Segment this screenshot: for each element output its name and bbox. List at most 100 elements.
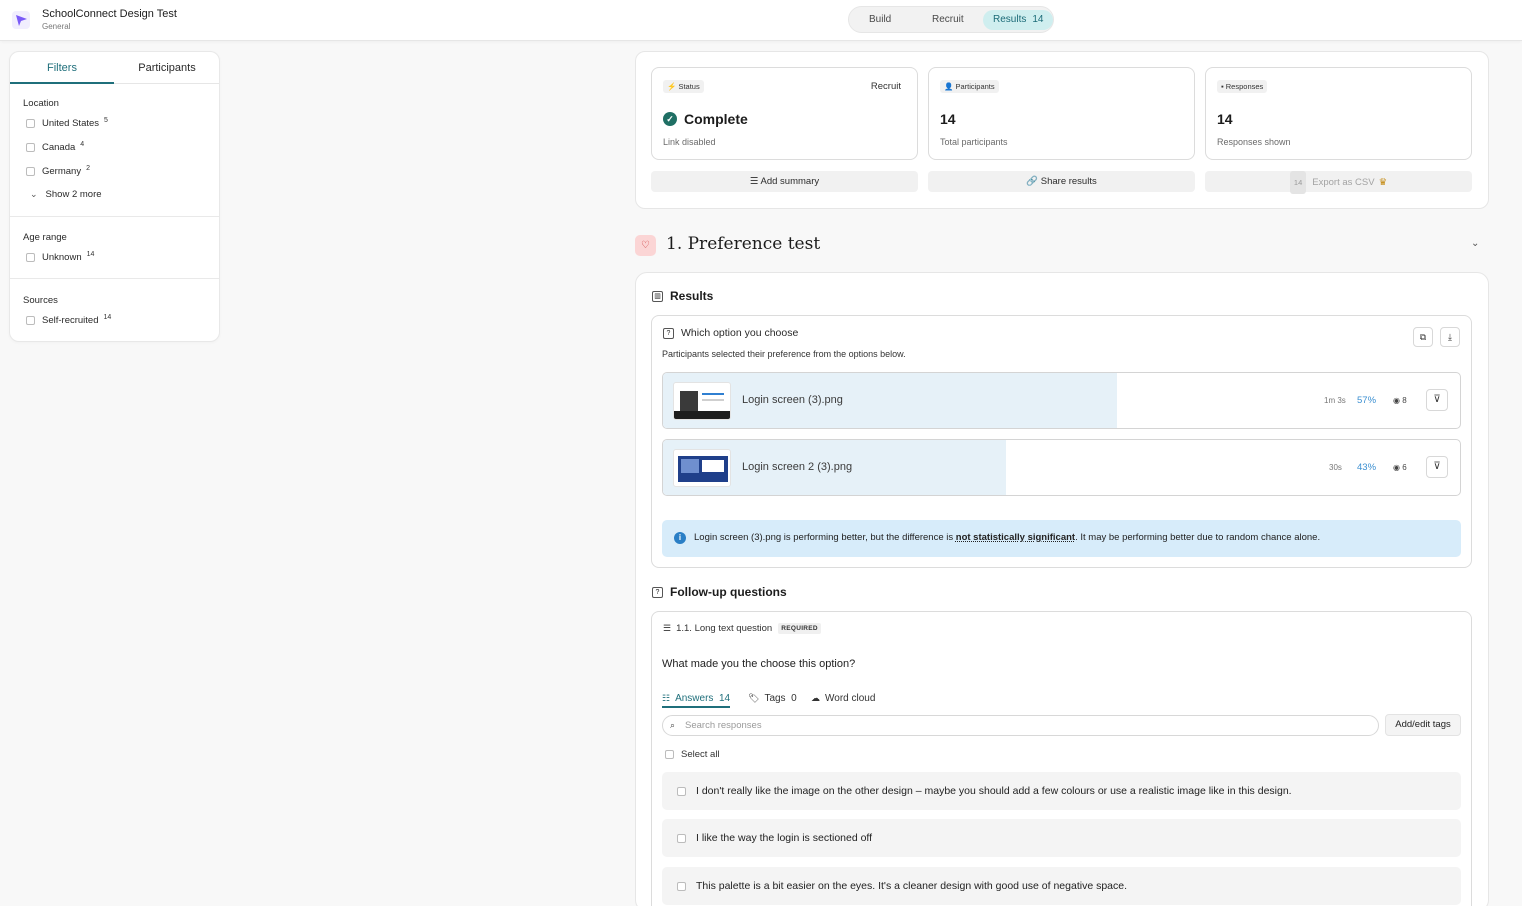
filter-self-recruited[interactable]: Self-recruited 14 (26, 313, 111, 327)
response-item[interactable]: This palette is a bit easier on the eyes… (662, 867, 1461, 905)
followup-question: What made you the choose this option? (662, 658, 856, 670)
person-icon: 👤 (944, 82, 954, 91)
top-bar: SchoolConnect Design Test General Build … (0, 0, 1522, 41)
info-icon: i (674, 532, 686, 544)
option-percent: 57% (1357, 395, 1377, 406)
results-heading: ▥ Results (652, 289, 713, 303)
select-all-checkbox[interactable]: Select all (665, 749, 720, 760)
divider (10, 278, 219, 279)
question-icon: ? (663, 327, 674, 339)
location-heading: Location (23, 98, 59, 109)
option-count: ◉ 6 (1393, 463, 1407, 472)
significance-link[interactable]: not statistically significant (956, 532, 1075, 543)
tab-answers[interactable]: ☷ Answers 14 (662, 690, 731, 708)
filter-canada[interactable]: Canada 4 (26, 140, 84, 154)
section-title: 1. Preference test (666, 234, 821, 254)
option-thumbnail (673, 449, 731, 487)
tab-participants[interactable]: Participants (115, 52, 219, 84)
responses-stat: ▪ Responses 14 Responses shown (1205, 67, 1472, 160)
list-icon: ☷ (662, 692, 671, 703)
checkbox[interactable] (26, 166, 35, 176)
followup-meta: ☰ 1.1. Long text question REQUIRED (663, 623, 821, 634)
checkbox[interactable] (677, 833, 686, 843)
required-badge: REQUIRED (778, 623, 821, 634)
option-label: Login screen (3).png (742, 394, 843, 406)
search-input[interactable] (685, 718, 1365, 733)
option-share-bar (663, 373, 1118, 428)
option-time: 30s (1329, 463, 1342, 472)
heart-icon: ♡ (635, 235, 656, 256)
checkbox[interactable] (677, 786, 686, 796)
responses-note: Responses shown (1217, 137, 1291, 147)
option-time: 1m 3s (1324, 396, 1346, 405)
app-logo-icon[interactable] (12, 11, 30, 29)
option-row[interactable]: Login screen 2 (3).png 30s 43% ◉ 6 ⊽ (662, 439, 1461, 496)
chevron-down-icon: ⌄ (30, 189, 38, 199)
link-icon: 🔗 (1026, 176, 1039, 187)
option-row[interactable]: Login screen (3).png 1m 3s 57% ◉ 8 ⊽ (662, 372, 1461, 429)
option-thumbnail (673, 382, 731, 420)
project-title[interactable]: SchoolConnect Design Test (42, 8, 177, 20)
long-text-icon: ☰ (663, 623, 672, 633)
filters-sidebar: Filters Participants Location United Sta… (9, 51, 220, 342)
export-csv-button[interactable]: 14 Export as CSV ♛ (1205, 171, 1472, 194)
checkbox[interactable] (26, 252, 35, 262)
bar-chart-icon: ▥ (652, 290, 663, 302)
tab-results[interactable]: Results 14 (983, 10, 1054, 30)
tab-recruit[interactable]: Recruit (922, 10, 974, 30)
notice-text: Login screen (3).png is performing bette… (694, 532, 1321, 543)
add-summary-button[interactable]: ☰ Add summary (651, 171, 918, 192)
question-title: ? Which option you choose (663, 327, 798, 339)
crown-icon: ♛ (1378, 177, 1388, 188)
checkbox[interactable] (26, 118, 35, 128)
tag-icon: 🏷 (748, 692, 760, 703)
check-circle-icon: ✓ (663, 112, 677, 126)
participants-note: Total participants (940, 137, 1008, 147)
checkbox[interactable] (677, 881, 686, 891)
significance-notice: i Login screen (3).png is performing bet… (662, 520, 1461, 557)
participants-badge: 👤 Participants (940, 80, 999, 93)
download-icon[interactable]: ⤓ (1440, 327, 1460, 347)
chat-icon: ▪ (1221, 82, 1224, 91)
responses-value: 14 (1217, 111, 1233, 127)
filter-germany[interactable]: Germany 2 (26, 164, 90, 178)
export-count: 14 (1289, 171, 1307, 194)
tab-build[interactable]: Build (859, 10, 901, 30)
tab-filters[interactable]: Filters (10, 52, 114, 84)
tab-tags[interactable]: 🏷 Tags 0 (748, 690, 797, 706)
status-note: Link disabled (663, 137, 716, 147)
copy-icon[interactable]: ⧉ (1413, 327, 1433, 347)
show-more-button[interactable]: ⌄ Show 2 more (30, 189, 102, 200)
response-item[interactable]: I like the way the login is sectioned of… (662, 819, 1461, 857)
filter-icon[interactable]: ⊽ (1426, 456, 1448, 478)
option-percent: 43% (1357, 462, 1377, 473)
divider (10, 216, 219, 217)
sidebar-tabs: Filters Participants (10, 52, 219, 84)
option-count: ◉ 8 (1393, 396, 1407, 405)
checkbox[interactable] (26, 142, 35, 152)
followup-card (651, 611, 1472, 906)
filter-united-states[interactable]: United States 5 (26, 116, 108, 130)
option-label: Login screen 2 (3).png (742, 461, 853, 473)
age-range-heading: Age range (23, 232, 67, 243)
sources-heading: Sources (23, 295, 58, 306)
filter-unknown[interactable]: Unknown 14 (26, 250, 94, 264)
tab-word-cloud[interactable]: ☁ Word cloud (811, 690, 875, 706)
eye-icon: ◉ (1393, 396, 1400, 405)
followup-heading: ? Follow-up questions (652, 585, 787, 599)
collapse-chevron-icon[interactable]: ⌄ (1471, 238, 1479, 249)
responses-badge: ▪ Responses (1217, 80, 1268, 93)
response-item[interactable]: I don't really like the image on the oth… (662, 772, 1461, 810)
status-stat: ⚡ Status Recruit ✓ Complete Link disabled (651, 67, 918, 160)
share-results-button[interactable]: 🔗 Share results (928, 171, 1195, 192)
question-icon: ? (652, 586, 663, 598)
checkbox[interactable] (26, 315, 35, 325)
participants-stat: 👤 Participants 14 Total participants (928, 67, 1195, 160)
project-subtitle: General (42, 22, 71, 31)
filter-icon[interactable]: ⊽ (1426, 389, 1448, 411)
recruit-link[interactable]: Recruit (871, 81, 901, 92)
main-nav: Build Recruit Results 14 (848, 6, 1054, 33)
bolt-icon: ⚡ (667, 82, 677, 91)
checkbox[interactable] (665, 750, 674, 759)
add-edit-tags-button[interactable]: Add/edit tags (1385, 714, 1461, 736)
